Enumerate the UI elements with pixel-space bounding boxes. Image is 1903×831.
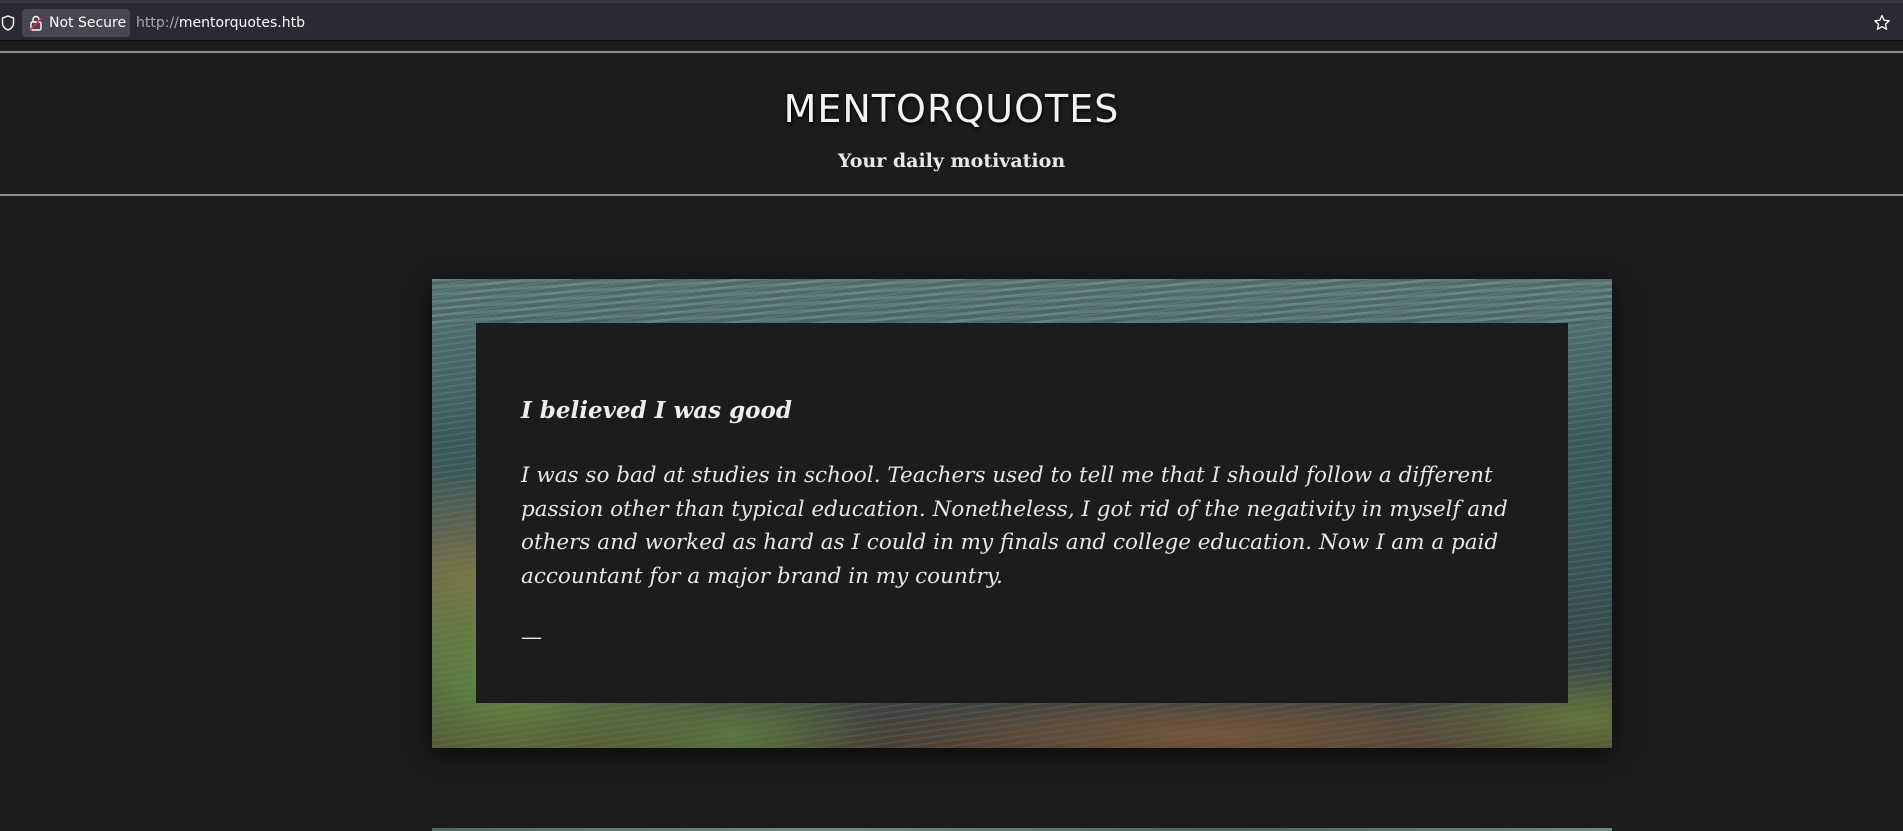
quote-body: I was so bad at studies in school. Teach… (521, 463, 1508, 589)
url-scheme: http:// (136, 15, 179, 31)
quote-author: — (521, 625, 542, 649)
quote-title: I believed I was good (521, 397, 792, 424)
shield-icon[interactable] (1, 15, 15, 31)
site-tagline: Your daily motivation (837, 150, 1066, 172)
security-label: Not Secure (49, 15, 127, 31)
card-background-image (432, 279, 1612, 324)
lock-icon (29, 15, 43, 31)
site-title: MENTORQUOTES (783, 87, 1120, 131)
quote-box: I believed I was good I was so bad at st… (476, 323, 1568, 703)
site-header: MENTORQUOTES Your daily motivation (0, 53, 1903, 197)
quote-card: I believed I was good I was so bad at st… (432, 279, 1612, 748)
header-bottom-divider (0, 194, 1903, 196)
site-security-button[interactable]: Not Secure (22, 9, 130, 37)
url-input[interactable]: http://mentorquotes.htb (136, 3, 305, 43)
url-host: mentorquotes.htb (178, 15, 305, 31)
browser-url-bar: Not Secure http://mentorquotes.htb (0, 0, 1903, 41)
star-icon[interactable] (1873, 14, 1891, 32)
page-content: MENTORQUOTES Your daily motivation I bel… (0, 41, 1903, 831)
